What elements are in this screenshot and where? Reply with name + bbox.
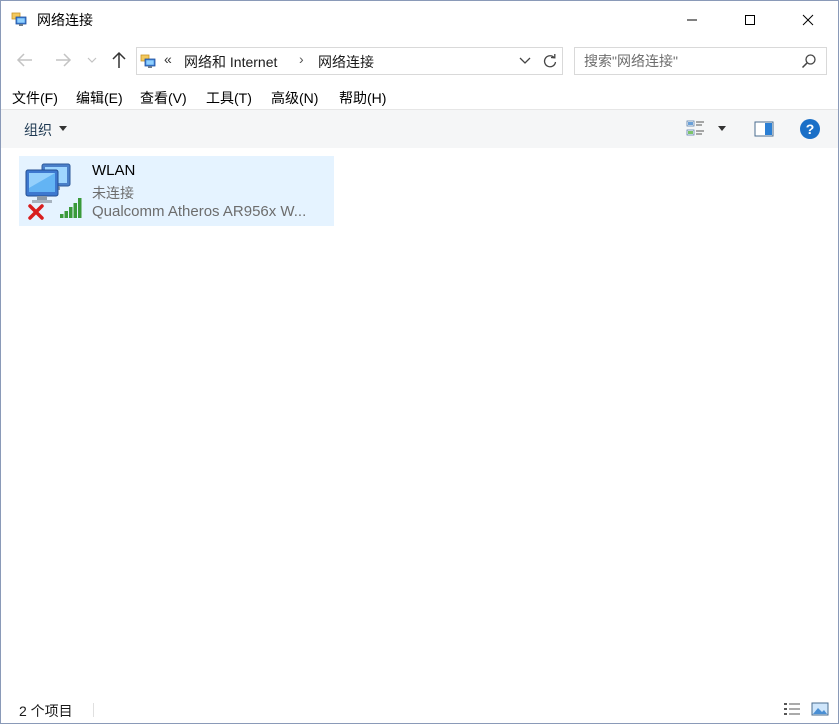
close-icon — [802, 14, 814, 26]
wifi-disconnected-icon — [25, 163, 82, 220]
recent-locations-button[interactable] — [83, 49, 101, 71]
minimize-icon — [687, 19, 697, 21]
status-bar: 2 个项目 — [1, 695, 838, 723]
close-button[interactable] — [785, 1, 831, 39]
search-icon[interactable] — [801, 53, 817, 69]
menu-edit[interactable]: 编辑(E) — [76, 88, 123, 108]
organize-button[interactable]: 组织 — [24, 120, 52, 140]
maximize-icon — [745, 15, 755, 25]
item-name: WLAN — [92, 162, 136, 179]
item-status: 未连接 — [92, 185, 134, 201]
arrow-up-icon — [112, 51, 126, 68]
preview-pane-icon[interactable] — [754, 120, 774, 138]
menu-file[interactable]: 文件(F) — [12, 88, 58, 108]
large-icons-view-icon[interactable] — [811, 701, 829, 717]
status-divider — [93, 703, 94, 717]
help-icon[interactable]: ? — [799, 118, 821, 140]
arrow-left-icon — [16, 53, 32, 67]
menu-help[interactable]: 帮助(H) — [339, 88, 386, 108]
list-item-wlan[interactable]: WLAN 未连接 Qualcomm Atheros AR956x W... — [19, 156, 334, 226]
minimize-button[interactable] — [669, 1, 715, 39]
menu-advanced[interactable]: 高级(N) — [271, 88, 318, 108]
breadcrumb-network-internet[interactable]: 网络和 Internet — [184, 52, 277, 72]
change-view-icon[interactable] — [686, 119, 706, 139]
chevron-down-icon[interactable] — [518, 55, 532, 67]
explorer-window: 网络连接 « 网络和 Internet › 网络连接 搜索"网络连接" 文件(F… — [0, 0, 839, 724]
menu-view[interactable]: 查看(V) — [140, 88, 187, 108]
search-input[interactable] — [575, 48, 804, 74]
command-bar: 组织 ? — [1, 109, 838, 149]
navigation-bar: « 网络和 Internet › 网络连接 — [1, 41, 838, 79]
svg-text:?: ? — [806, 121, 815, 137]
search-box[interactable] — [574, 47, 827, 75]
network-connections-icon — [11, 12, 27, 26]
up-button[interactable] — [107, 49, 131, 71]
arrow-right-icon — [56, 53, 72, 67]
title-bar[interactable]: 网络连接 — [1, 1, 838, 39]
menu-bar: 文件(F) 编辑(E) 查看(V) 工具(T) 高级(N) 帮助(H) — [1, 85, 838, 107]
maximize-button[interactable] — [727, 1, 773, 39]
breadcrumb-overflow[interactable]: « — [164, 51, 172, 67]
caret-down-icon[interactable] — [718, 126, 726, 132]
chevron-down-icon — [87, 57, 97, 63]
item-count: 2 个项目 — [19, 703, 73, 719]
breadcrumb-separator[interactable]: › — [299, 51, 304, 67]
network-connections-icon — [140, 54, 156, 68]
back-button[interactable] — [13, 49, 37, 71]
window-title: 网络连接 — [37, 12, 93, 28]
refresh-icon — [543, 54, 557, 68]
refresh-button[interactable] — [538, 47, 563, 75]
item-device: Qualcomm Atheros AR956x W... — [92, 203, 307, 220]
caret-down-icon[interactable] — [59, 126, 67, 132]
forward-button[interactable] — [51, 49, 75, 71]
address-bar[interactable]: « 网络和 Internet › 网络连接 — [136, 47, 539, 75]
details-view-icon[interactable] — [783, 701, 801, 717]
breadcrumb-network-connections[interactable]: 网络连接 — [318, 52, 374, 72]
menu-tools[interactable]: 工具(T) — [206, 88, 252, 108]
file-list[interactable]: WLAN 未连接 Qualcomm Atheros AR956x W... — [1, 148, 838, 693]
